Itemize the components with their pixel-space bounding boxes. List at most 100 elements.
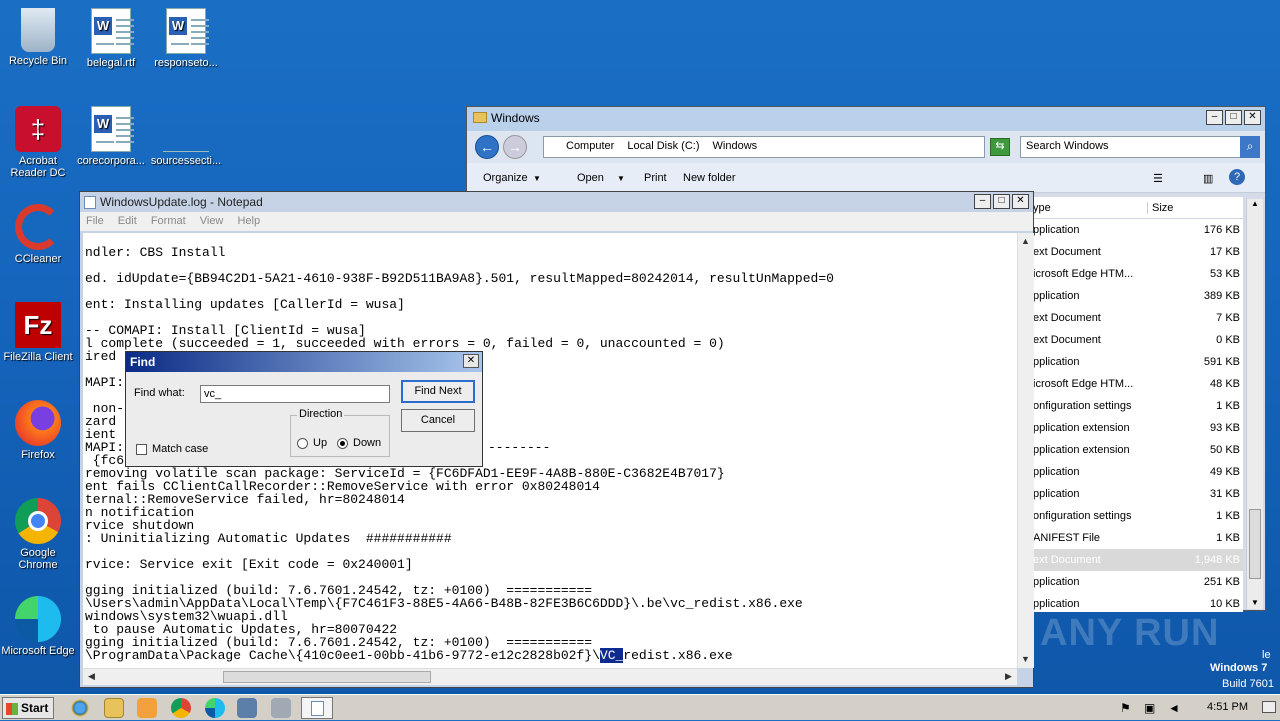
column-type[interactable]: ype: [1033, 202, 1051, 214]
scroll-up-icon[interactable]: ▲: [1018, 234, 1033, 249]
text-line: : Uninitializing Automatic Updates #####…: [85, 531, 452, 546]
table-row[interactable]: pplication extension 50 KB: [1033, 439, 1243, 461]
notepad-taskbar-button[interactable]: [301, 697, 333, 719]
notepad-vertical-scrollbar[interactable]: ▲ ▼: [1017, 233, 1034, 668]
desktop-icon-acrobat[interactable]: ‡ Acrobat Reader DC: [0, 106, 76, 179]
maximize-button[interactable]: □: [1225, 110, 1242, 125]
table-row[interactable]: pplication 389 KB: [1033, 285, 1243, 307]
direction-up-radio[interactable]: [297, 438, 308, 449]
menu-format[interactable]: Format: [151, 215, 186, 227]
desktop-icon-belegal[interactable]: belegal.rtf: [73, 8, 149, 69]
volume-icon[interactable]: ◄: [1168, 701, 1180, 715]
table-row[interactable]: pplication 591 KB: [1033, 351, 1243, 373]
print-button[interactable]: Print: [644, 172, 667, 184]
media-player-icon[interactable]: [137, 698, 157, 718]
edge-icon[interactable]: [205, 698, 225, 718]
internet-explorer-icon[interactable]: [70, 698, 90, 718]
address-box[interactable]: Computer Local Disk (C:) Windows: [543, 136, 985, 158]
scroll-down-icon[interactable]: ▼: [1018, 652, 1033, 667]
notepad-horizontal-scrollbar[interactable]: ◀ ▶: [83, 668, 1017, 685]
notepad-title: WindowsUpdate.log - Notepad: [100, 195, 263, 209]
breadcrumb-computer[interactable]: Computer: [566, 140, 614, 152]
direction-down-radio[interactable]: [337, 438, 348, 449]
minimize-button[interactable]: –: [974, 194, 991, 209]
help-icon[interactable]: ?: [1229, 169, 1245, 185]
direction-up-label: Up: [313, 437, 328, 449]
close-button[interactable]: ✕: [1244, 110, 1261, 125]
table-row[interactable]: ext Document 7 KB: [1033, 307, 1243, 329]
file-list[interactable]: ype Size pplication 176 KB ext Document 17 …: [1033, 197, 1243, 612]
back-button[interactable]: ←: [475, 135, 499, 159]
desktop-icon-ccleaner[interactable]: CCleaner: [0, 204, 76, 265]
desktop-icon-firefox[interactable]: Firefox: [0, 400, 76, 461]
table-row[interactable]: pplication extension 93 KB: [1033, 417, 1243, 439]
remote-desktop-icon[interactable]: [237, 698, 257, 718]
find-titlebar[interactable]: Find ✕: [126, 352, 482, 372]
table-row[interactable]: ext Document 1,948 KB: [1033, 549, 1243, 571]
table-row[interactable]: pplication 176 KB: [1033, 219, 1243, 241]
table-row[interactable]: pplication 251 KB: [1033, 571, 1243, 593]
table-row[interactable]: onfiguration settings 1 KB: [1033, 505, 1243, 527]
menu-file[interactable]: File: [86, 215, 104, 227]
explorer-titlebar[interactable]: Windows – □ ✕: [467, 107, 1265, 131]
file-explorer-icon[interactable]: [104, 698, 124, 718]
start-button[interactable]: Start: [2, 697, 54, 719]
table-row[interactable]: pplication 49 KB: [1033, 461, 1243, 483]
scroll-thumb[interactable]: [1249, 509, 1261, 579]
scroll-right-icon[interactable]: ▶: [1001, 669, 1016, 684]
search-icon[interactable]: ⌕: [1240, 136, 1260, 158]
desktop-icon-chrome[interactable]: Google Chrome: [0, 498, 76, 571]
match-case-checkbox[interactable]: [136, 444, 147, 455]
desktop-icon-filezilla[interactable]: Fz FileZilla Client: [0, 302, 76, 363]
new-folder-button[interactable]: New folder: [683, 172, 736, 184]
close-button[interactable]: ✕: [463, 354, 479, 368]
clock[interactable]: 4:51 PM: [1207, 701, 1248, 713]
file-size-cell: 50 KB: [1210, 444, 1240, 456]
breadcrumb-windows[interactable]: Windows: [713, 140, 758, 152]
forward-button[interactable]: →: [503, 135, 527, 159]
flag-icon[interactable]: ⚑: [1120, 701, 1131, 715]
table-row[interactable]: ANIFEST File 1 KB: [1033, 527, 1243, 549]
scroll-down-icon[interactable]: ▼: [1247, 598, 1263, 607]
file-size-cell: 49 KB: [1210, 466, 1240, 478]
preview-pane-icon[interactable]: ▥: [1203, 172, 1213, 185]
scroll-left-icon[interactable]: ◀: [84, 669, 99, 684]
table-row[interactable]: onfiguration settings 1 KB: [1033, 395, 1243, 417]
open-button[interactable]: Open: [577, 172, 604, 184]
minimize-button[interactable]: –: [1206, 110, 1223, 125]
scroll-thumb[interactable]: [223, 671, 431, 683]
views-icon[interactable]: ☰: [1153, 172, 1163, 185]
desktop-icon-sourcessecti[interactable]: sourcessecti...: [148, 106, 224, 167]
table-row[interactable]: pplication 31 KB: [1033, 483, 1243, 505]
breadcrumb-local-disk[interactable]: Local Disk (C:): [627, 140, 699, 152]
cancel-button[interactable]: Cancel: [401, 409, 475, 432]
tool-icon[interactable]: [271, 698, 291, 718]
desktop-icon-corecorpora[interactable]: corecorpora...: [73, 106, 149, 167]
show-desktop-icon[interactable]: [1262, 701, 1276, 713]
menu-view[interactable]: View: [200, 215, 224, 227]
search-input[interactable]: Search Windows ⌕: [1020, 136, 1260, 158]
table-row[interactable]: icrosoft Edge HTM... 48 KB: [1033, 373, 1243, 395]
chrome-icon[interactable]: [171, 698, 191, 718]
table-row[interactable]: ext Document 0 KB: [1033, 329, 1243, 351]
desktop-icon-recycle-bin[interactable]: Recycle Bin: [0, 8, 76, 67]
network-icon[interactable]: ▣: [1144, 701, 1155, 715]
desktop-icon-responseto[interactable]: responseto...: [148, 8, 224, 69]
desktop-icon-edge[interactable]: Microsoft Edge: [0, 596, 76, 657]
scroll-up-icon[interactable]: ▲: [1247, 199, 1263, 208]
notepad-titlebar[interactable]: WindowsUpdate.log - Notepad – □ ✕: [80, 192, 1033, 212]
maximize-button[interactable]: □: [993, 194, 1010, 209]
find-next-button[interactable]: Find Next: [401, 380, 475, 403]
explorer-scrollbar[interactable]: ▲ ▼: [1246, 199, 1263, 609]
find-what-input[interactable]: vc_: [200, 385, 390, 403]
menu-edit[interactable]: Edit: [118, 215, 137, 227]
table-row[interactable]: icrosoft Edge HTM... 53 KB: [1033, 263, 1243, 285]
table-row[interactable]: ext Document 17 KB: [1033, 241, 1243, 263]
organize-button[interactable]: Organize: [483, 172, 528, 184]
column-size[interactable]: Size: [1147, 202, 1173, 214]
refresh-icon[interactable]: ⇆: [990, 138, 1010, 156]
find-dialog[interactable]: Find ✕ Find what: vc_ Find Next Cancel D…: [125, 351, 483, 467]
blank-file-icon: [163, 106, 209, 152]
close-button[interactable]: ✕: [1012, 194, 1029, 209]
menu-help[interactable]: Help: [237, 215, 260, 227]
